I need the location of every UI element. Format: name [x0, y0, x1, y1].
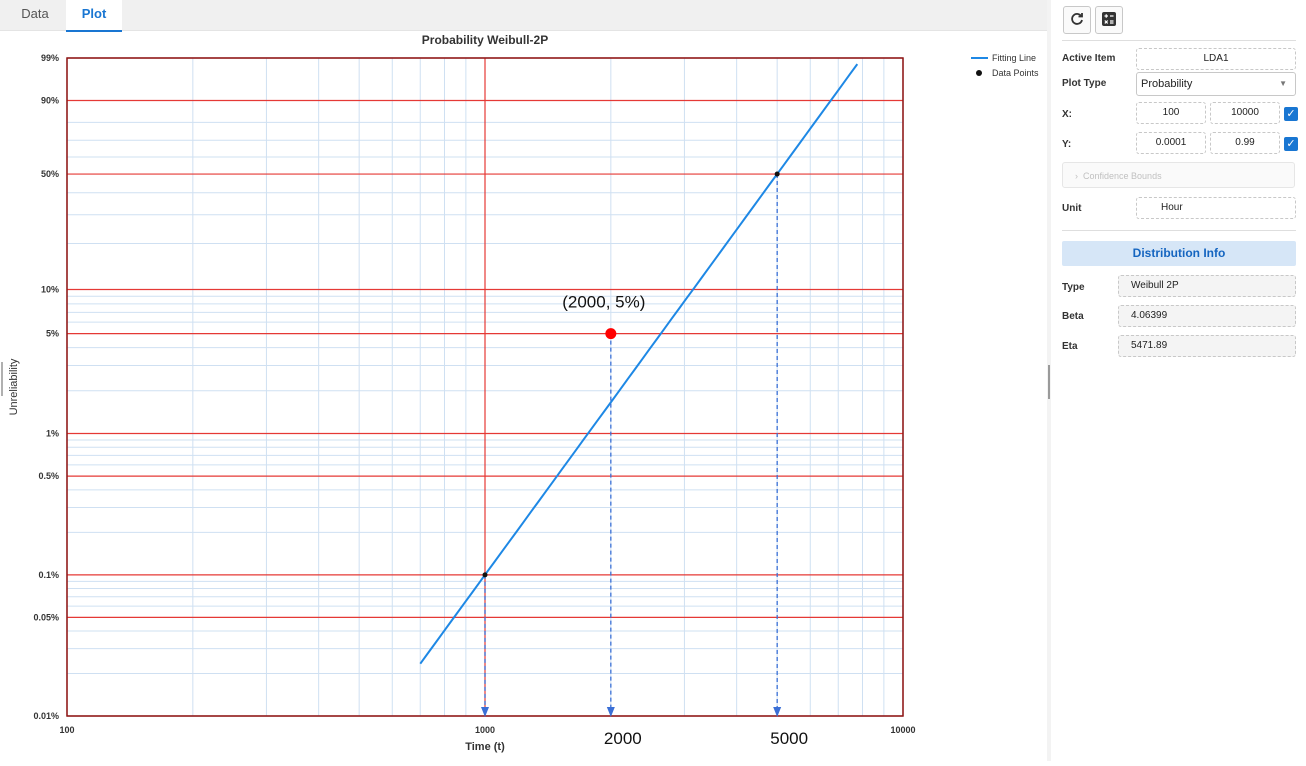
eta-label: Eta — [1062, 341, 1078, 352]
legend-point-swatch — [976, 70, 982, 76]
type-value: Weibull 2P — [1118, 275, 1296, 297]
active-item-label: Active Item — [1062, 53, 1116, 64]
refresh-button[interactable] — [1063, 6, 1091, 34]
drop-label: 2000 — [604, 729, 642, 748]
check-icon: ✓ — [1286, 138, 1296, 150]
chart-container: 99% 90% 50% 10% 5% 1% 0.5% 0.1% 0.05% 0.01% 100 100… — [4, 31, 1047, 761]
y-tick-label: 0.05% — [33, 612, 59, 622]
highlight-point — [605, 328, 617, 340]
divider — [1062, 230, 1296, 231]
x-min-input[interactable]: 100 — [1136, 102, 1206, 124]
splitter-grip[interactable] — [1048, 365, 1050, 399]
eta-value: 5471.89 — [1118, 335, 1296, 357]
chevron-right-icon: › — [1075, 171, 1078, 181]
x-tick-label: 1000 — [475, 725, 495, 735]
y-tick-label: 1% — [46, 428, 59, 438]
y-axis-label: Y: — [1062, 139, 1072, 150]
x-tick-label: 10000 — [890, 725, 915, 735]
beta-value: 4.06399 — [1118, 305, 1296, 327]
active-item-field[interactable]: LDA1 — [1136, 48, 1296, 70]
tab-bar: Data Plot — [0, 0, 1047, 32]
x-tick-label: 100 — [59, 725, 74, 735]
data-point — [774, 171, 780, 177]
beta-label: Beta — [1062, 311, 1084, 322]
y-axis-label: Unreliability — [8, 358, 20, 415]
x-axis-label: X: — [1062, 109, 1072, 120]
divider — [1062, 40, 1296, 41]
y-tick-label: 50% — [41, 169, 59, 179]
data-point — [482, 572, 488, 578]
y-tick-label: 10% — [41, 284, 59, 294]
left-resize-handle[interactable] — [1, 362, 3, 396]
calculator-icon — [1102, 12, 1116, 26]
caret-down-icon: ▼ — [1279, 79, 1287, 88]
y-tick-label: 0.01% — [33, 711, 59, 721]
refresh-icon — [1071, 13, 1083, 25]
unit-field[interactable]: Hour — [1136, 197, 1296, 219]
x-auto-checkbox[interactable]: ✓ — [1284, 107, 1298, 121]
legend-fitting-line: Fitting Line — [992, 53, 1036, 63]
calculator-button[interactable] — [1095, 6, 1123, 34]
y-tick-label: 0.1% — [38, 570, 59, 580]
plot-type-select[interactable]: Probability ▼ — [1136, 72, 1296, 96]
distribution-info-header: Distribution Info — [1062, 241, 1296, 266]
chart-svg: 99% 90% 50% 10% 5% 1% 0.5% 0.1% 0.05% 0.01%100 100… — [8, 33, 1039, 753]
plot-type-value: Probability — [1141, 78, 1193, 90]
check-icon: ✓ — [1286, 108, 1296, 120]
tab-plot[interactable]: Plot — [66, 0, 122, 32]
x-max-input[interactable]: 10000 — [1210, 102, 1280, 124]
unit-label: Unit — [1062, 203, 1082, 214]
y-min-input[interactable]: 0.0001 — [1136, 132, 1206, 154]
y-tick-label: 90% — [41, 95, 59, 105]
plot-type-label: Plot Type — [1062, 78, 1107, 89]
y-tick-label: 5% — [46, 329, 59, 339]
tab-data[interactable]: Data — [10, 0, 60, 30]
y-tick-label: 99% — [41, 53, 59, 63]
settings-panel: Active Item LDA1 Plot Type Probability ▼… — [1052, 0, 1306, 761]
confidence-bounds-toggle[interactable]: › Confidence Bounds — [1062, 162, 1295, 188]
y-auto-checkbox[interactable]: ✓ — [1284, 137, 1298, 151]
highlight-label: (2000, 5%) — [562, 293, 645, 312]
x-axis-label: Time (t) — [465, 741, 505, 753]
chart-title: Probability Weibull-2P — [422, 33, 548, 47]
y-max-input[interactable]: 0.99 — [1210, 132, 1280, 154]
y-tick-label: 0.5% — [38, 471, 59, 481]
plot-pane: Data Plot 99% 90% 50% 10% 5% 1% 0.5% 0.1% 0.05% 0… — [0, 0, 1047, 761]
drop-label: 5000 — [770, 729, 808, 748]
legend-data-points: Data Points — [992, 68, 1039, 78]
type-label: Type — [1062, 282, 1085, 293]
confidence-bounds-label: Confidence Bounds — [1083, 171, 1162, 181]
